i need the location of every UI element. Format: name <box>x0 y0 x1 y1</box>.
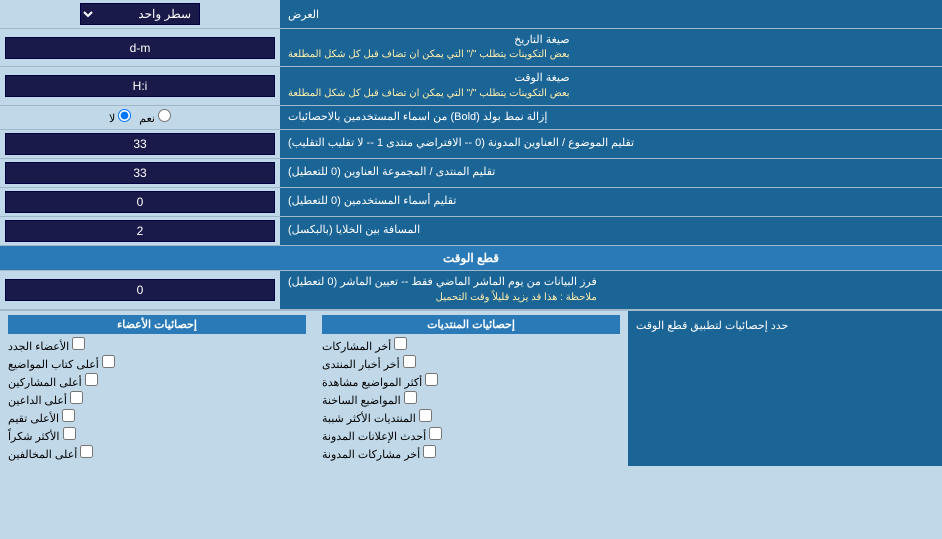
cb-most-thanked: الأكثر شكراً <box>8 426 306 444</box>
topics-count-input[interactable] <box>5 133 275 155</box>
cb-item-5: المنتديات الأكثر شببة <box>322 408 620 426</box>
forum-group-input-cell <box>0 159 280 187</box>
cb-top-violators-check[interactable] <box>80 445 93 458</box>
cb-top-writers-check[interactable] <box>102 355 115 368</box>
topics-count-label: تقليم الموضوع / العناوين المدونة (0 -- ا… <box>280 130 942 158</box>
cb-most-thanked-check[interactable] <box>63 427 76 440</box>
cb-new-members: الأعضاء الجدد <box>8 336 306 354</box>
time-cut-section-header: قطع الوقت <box>0 246 942 271</box>
cb-top-rated-check[interactable] <box>62 409 75 422</box>
display-row: العرض سطر واحد <box>0 0 942 29</box>
display-input-cell: سطر واحد <box>0 0 280 28</box>
cb-item-4: المواضيع الساخنة <box>322 390 620 408</box>
cb-last-news[interactable] <box>403 355 416 368</box>
cb-latest-announcements[interactable] <box>429 427 442 440</box>
time-cut-input-cell <box>0 271 280 308</box>
radio-yes-label: نعم <box>139 109 171 125</box>
spacing-input[interactable] <box>5 220 275 242</box>
display-label: العرض <box>280 0 942 28</box>
bold-remove-label: إزالة نمط بولد (Bold) من اسماء المستخدمي… <box>280 106 942 129</box>
time-format-input-cell <box>0 67 280 104</box>
member-stats-col: إحصائيات الأعضاء الأعضاء الجدد أعلى كتاب… <box>0 311 314 466</box>
date-format-input-cell <box>0 29 280 66</box>
time-format-label: صيغة الوقت بعض التكوينات يتطلب "/" التي … <box>280 67 942 104</box>
main-container: العرض سطر واحد صيغة التاريخ بعض التكوينا… <box>0 0 942 466</box>
date-format-input[interactable] <box>5 37 275 59</box>
cb-item-3: أكثر المواضيع مشاهدة <box>322 372 620 390</box>
checkboxes-area: حدد إحصائيات لتطبيق قطع الوقت إحصائيات ا… <box>0 310 942 466</box>
bold-remove-row: إزالة نمط بولد (Bold) من اسماء المستخدمي… <box>0 106 942 130</box>
cb-top-violators: أعلى المخالفين <box>8 444 306 462</box>
users-count-input-cell <box>0 188 280 216</box>
cb-item-6: أحدث الإعلانات المدونة <box>322 426 620 444</box>
cb-top-donors: أعلى الداعين <box>8 390 306 408</box>
spacing-label: المسافة بين الخلايا (بالبكسل) <box>280 217 942 245</box>
radio-no-label: لا <box>109 109 131 125</box>
time-cut-row: فرز البيانات من يوم الماشر الماضي فقط --… <box>0 271 942 309</box>
topics-count-input-cell <box>0 130 280 158</box>
forum-group-label: تقليم المنتدى / المجموعة العناوين (0 للت… <box>280 159 942 187</box>
forum-stats-header: إحصائيات المنتديات <box>322 315 620 334</box>
users-count-input[interactable] <box>5 191 275 213</box>
spacing-input-cell <box>0 217 280 245</box>
stats-limit-label: حدد إحصائيات لتطبيق قطع الوقت <box>628 311 942 466</box>
bold-remove-radio-cell: نعم لا <box>0 106 280 129</box>
cb-last-blog-posts[interactable] <box>423 445 436 458</box>
users-count-label: تقليم أسماء المستخدمين (0 للتعطيل) <box>280 188 942 216</box>
cb-new-members-check[interactable] <box>72 337 85 350</box>
users-count-row: تقليم أسماء المستخدمين (0 للتعطيل) <box>0 188 942 217</box>
cb-most-viewed[interactable] <box>425 373 438 386</box>
forum-group-input[interactable] <box>5 162 275 184</box>
forum-group-row: تقليم المنتدى / المجموعة العناوين (0 للت… <box>0 159 942 188</box>
topics-count-row: تقليم الموضوع / العناوين المدونة (0 -- ا… <box>0 130 942 159</box>
radio-no[interactable] <box>118 109 131 122</box>
date-format-label: صيغة التاريخ بعض التكوينات يتطلب "/" الت… <box>280 29 942 66</box>
cb-item-1: أخر المشاركات <box>322 336 620 354</box>
display-select[interactable]: سطر واحد <box>80 3 200 25</box>
time-cut-label: فرز البيانات من يوم الماشر الماضي فقط --… <box>280 271 942 308</box>
cb-item-7: أخر مشاركات المدونة <box>322 444 620 462</box>
cb-popular-forums[interactable] <box>419 409 432 422</box>
cb-top-rated: الأعلى تقيم <box>8 408 306 426</box>
time-format-input[interactable] <box>5 75 275 97</box>
cb-item-2: أخر أخبار المنتدى <box>322 354 620 372</box>
time-cut-input[interactable] <box>5 279 275 301</box>
cb-top-donors-check[interactable] <box>70 391 83 404</box>
cb-hot-topics[interactable] <box>404 391 417 404</box>
spacing-row: المسافة بين الخلايا (بالبكسل) <box>0 217 942 246</box>
radio-yes[interactable] <box>158 109 171 122</box>
time-format-row: صيغة الوقت بعض التكوينات يتطلب "/" التي … <box>0 67 942 105</box>
cb-last-posts[interactable] <box>394 337 407 350</box>
forum-stats-col: إحصائيات المنتديات أخر المشاركات أخر أخب… <box>314 311 628 466</box>
cb-top-contributors-check[interactable] <box>85 373 98 386</box>
member-stats-header: إحصائيات الأعضاء <box>8 315 306 334</box>
cb-top-contributors: أعلى المشاركين <box>8 372 306 390</box>
cb-top-writers: أعلى كتاب المواضيع <box>8 354 306 372</box>
date-format-row: صيغة التاريخ بعض التكوينات يتطلب "/" الت… <box>0 29 942 67</box>
